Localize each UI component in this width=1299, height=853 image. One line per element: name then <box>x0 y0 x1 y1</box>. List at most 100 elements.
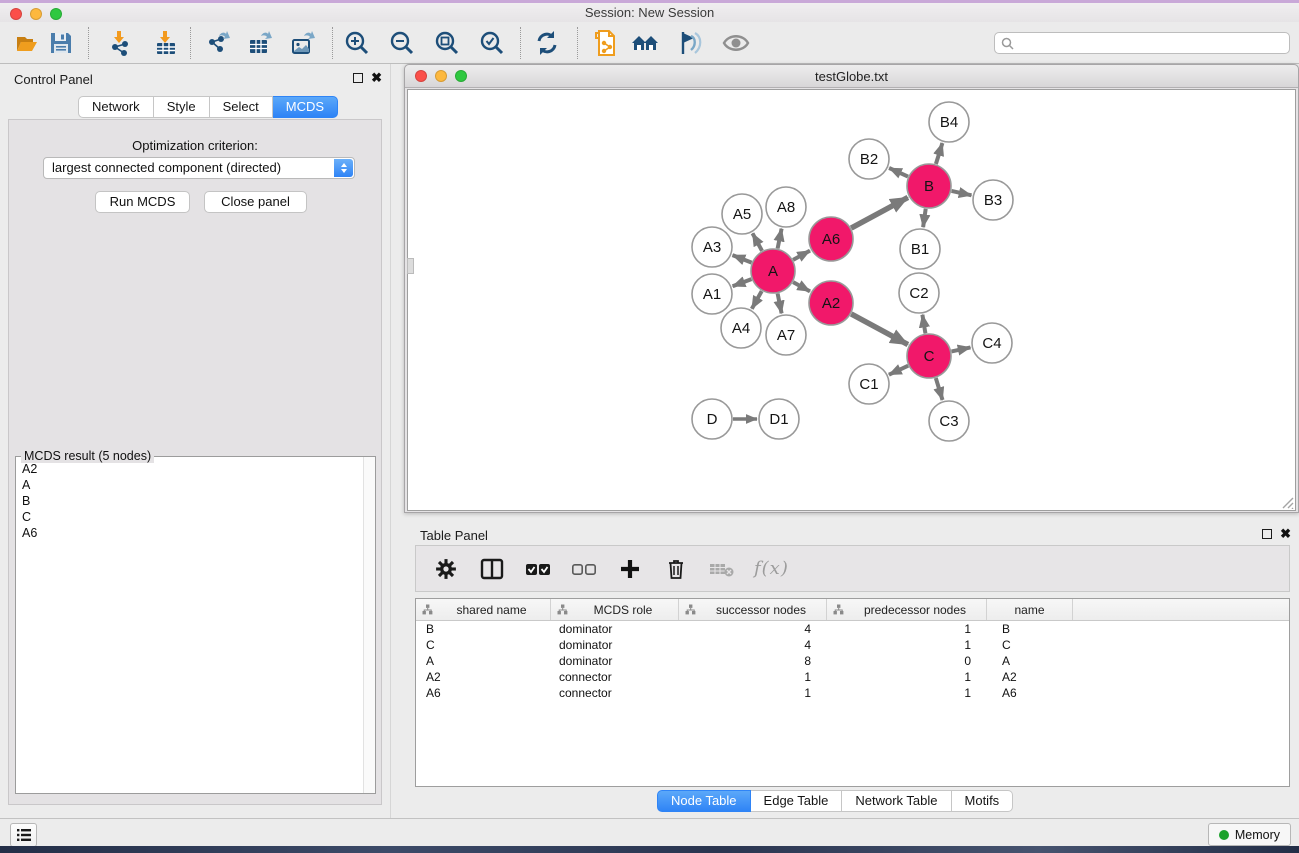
result-item[interactable]: A6 <box>16 525 362 541</box>
open-session-button[interactable] <box>13 28 43 58</box>
column-header-predecessor-nodes[interactable]: predecessor nodes <box>827 599 987 620</box>
graph-node-B[interactable]: B <box>907 164 951 208</box>
table-row[interactable]: A2connector11A2 <box>416 669 1289 685</box>
graph-node-B3[interactable]: B3 <box>973 180 1013 220</box>
delete-row-button[interactable] <box>662 555 690 583</box>
graph-edge-A-A8[interactable] <box>778 229 782 249</box>
graph-node-A7[interactable]: A7 <box>766 315 806 355</box>
select-all-button[interactable] <box>524 555 552 583</box>
zoom-in-button[interactable] <box>342 28 372 58</box>
new-network-from-selection-button[interactable] <box>590 28 620 58</box>
navigator-button[interactable] <box>721 28 751 58</box>
graph-node-A6[interactable]: A6 <box>809 217 853 261</box>
graph-edge-A-A5[interactable] <box>753 233 763 251</box>
graph-edge-A2-C[interactable] <box>851 314 908 345</box>
graph-node-C1[interactable]: C1 <box>849 364 889 404</box>
graph-edge-C-C2[interactable] <box>922 315 925 334</box>
first-neighbors-button[interactable] <box>630 28 660 58</box>
search-input[interactable] <box>1018 36 1289 50</box>
zoom-out-button[interactable] <box>387 28 417 58</box>
export-network-button[interactable] <box>203 28 233 58</box>
refresh-button[interactable] <box>532 28 562 58</box>
graph-node-A8[interactable]: A8 <box>766 187 806 227</box>
delete-table-button[interactable] <box>708 555 736 583</box>
column-header-successor-nodes[interactable]: successor nodes <box>679 599 827 620</box>
graph-edge-A-A2[interactable] <box>793 282 810 291</box>
result-item[interactable]: A2 <box>16 461 362 477</box>
graph-edge-C-C1[interactable] <box>889 366 908 375</box>
network-graph[interactable]: A A1 A2 A3 A4 A5 A6 A7 A8 B B1 B2 B3B4 C C1 C2 C3C4 D D1 <box>408 90 1295 510</box>
graph-edge-B-B1[interactable] <box>923 209 926 227</box>
graph-node-A[interactable]: A <box>751 249 795 293</box>
graph-edge-A-A6[interactable] <box>793 251 810 260</box>
graph-edge-A-A3[interactable] <box>733 255 752 263</box>
table-options-button[interactable] <box>432 555 460 583</box>
graph-node-A3[interactable]: A3 <box>692 227 732 267</box>
graph-node-C2[interactable]: C2 <box>899 273 939 313</box>
graph-edge-A-A1[interactable] <box>733 279 752 286</box>
graph-edge-C-C3[interactable] <box>936 378 943 400</box>
save-session-button[interactable] <box>46 28 76 58</box>
node-table[interactable]: shared nameMCDS rolesuccessor nodesprede… <box>415 598 1290 787</box>
export-image-button[interactable] <box>288 28 318 58</box>
graph-node-A2[interactable]: A2 <box>809 281 853 325</box>
search-field[interactable] <box>994 32 1290 54</box>
deselect-all-button[interactable] <box>570 555 598 583</box>
float-table-panel-icon[interactable] <box>1262 529 1272 539</box>
function-builder-button[interactable]: f(x) <box>754 555 789 583</box>
memory-button[interactable]: Memory <box>1208 823 1291 846</box>
graph-edge-C-C4[interactable] <box>952 347 971 351</box>
graph-node-D1[interactable]: D1 <box>759 399 799 439</box>
graph-node-C[interactable]: C <box>907 334 951 378</box>
tab-style[interactable]: Style <box>154 96 210 118</box>
zoom-fit-button[interactable] <box>432 28 462 58</box>
graph-node-D[interactable]: D <box>692 399 732 439</box>
tab-select[interactable]: Select <box>210 96 273 118</box>
close-panel-icon[interactable]: ✖ <box>371 73 382 83</box>
tab-network[interactable]: Network <box>78 96 154 118</box>
run-mcds-button[interactable]: Run MCDS <box>95 191 190 213</box>
network-window-titlebar[interactable]: testGlobe.txt <box>405 65 1298 88</box>
float-panel-icon[interactable] <box>353 73 363 83</box>
export-table-button[interactable] <box>245 28 275 58</box>
graph-edge-B-B4[interactable] <box>936 143 943 164</box>
add-row-button[interactable] <box>616 555 644 583</box>
canvas-left-scroll-nub[interactable] <box>407 258 414 274</box>
graph-node-B2[interactable]: B2 <box>849 139 889 179</box>
graph-node-A1[interactable]: A1 <box>692 274 732 314</box>
result-item[interactable]: A <box>16 477 362 493</box>
tab-edge-table[interactable]: Edge Table <box>751 790 843 812</box>
graph-node-B1[interactable]: B1 <box>900 229 940 269</box>
graphics-details-button[interactable] <box>675 28 705 58</box>
tab-motifs[interactable]: Motifs <box>952 790 1014 812</box>
graph-edge-B-B2[interactable] <box>889 168 908 177</box>
graph-edge-B-B3[interactable] <box>952 191 972 195</box>
table-row[interactable]: Cdominator41C <box>416 637 1289 653</box>
close-panel-button[interactable]: Close panel <box>204 191 307 213</box>
graph-node-C3[interactable]: C3 <box>929 401 969 441</box>
tab-node-table[interactable]: Node Table <box>657 790 751 812</box>
import-network-button[interactable] <box>105 28 135 58</box>
graph-node-B4[interactable]: B4 <box>929 102 969 142</box>
result-item[interactable]: C <box>16 509 362 525</box>
zoom-selected-button[interactable] <box>477 28 507 58</box>
close-table-panel-icon[interactable]: ✖ <box>1280 529 1291 539</box>
result-item[interactable]: B <box>16 493 362 509</box>
column-header-shared-name[interactable]: shared name <box>416 599 551 620</box>
import-table-button[interactable] <box>151 28 181 58</box>
graph-edge-A-A7[interactable] <box>778 294 782 314</box>
table-row[interactable]: A6connector11A6 <box>416 685 1289 701</box>
tab-mcds[interactable]: MCDS <box>273 96 338 118</box>
graph-node-C4[interactable]: C4 <box>972 323 1012 363</box>
table-row[interactable]: Adominator80A <box>416 653 1289 669</box>
task-history-button[interactable] <box>10 823 37 847</box>
tab-network-table[interactable]: Network Table <box>842 790 951 812</box>
criterion-select[interactable]: largest connected component (directed) <box>43 157 355 179</box>
result-scrollbar[interactable] <box>363 457 375 793</box>
table-row[interactable]: Bdominator41B <box>416 621 1289 637</box>
resize-grip-icon[interactable] <box>1280 495 1294 509</box>
column-header-name[interactable]: name <box>987 599 1073 620</box>
show-columns-button[interactable] <box>478 555 506 583</box>
graph-node-A5[interactable]: A5 <box>722 194 762 234</box>
graph-node-A4[interactable]: A4 <box>721 308 761 348</box>
